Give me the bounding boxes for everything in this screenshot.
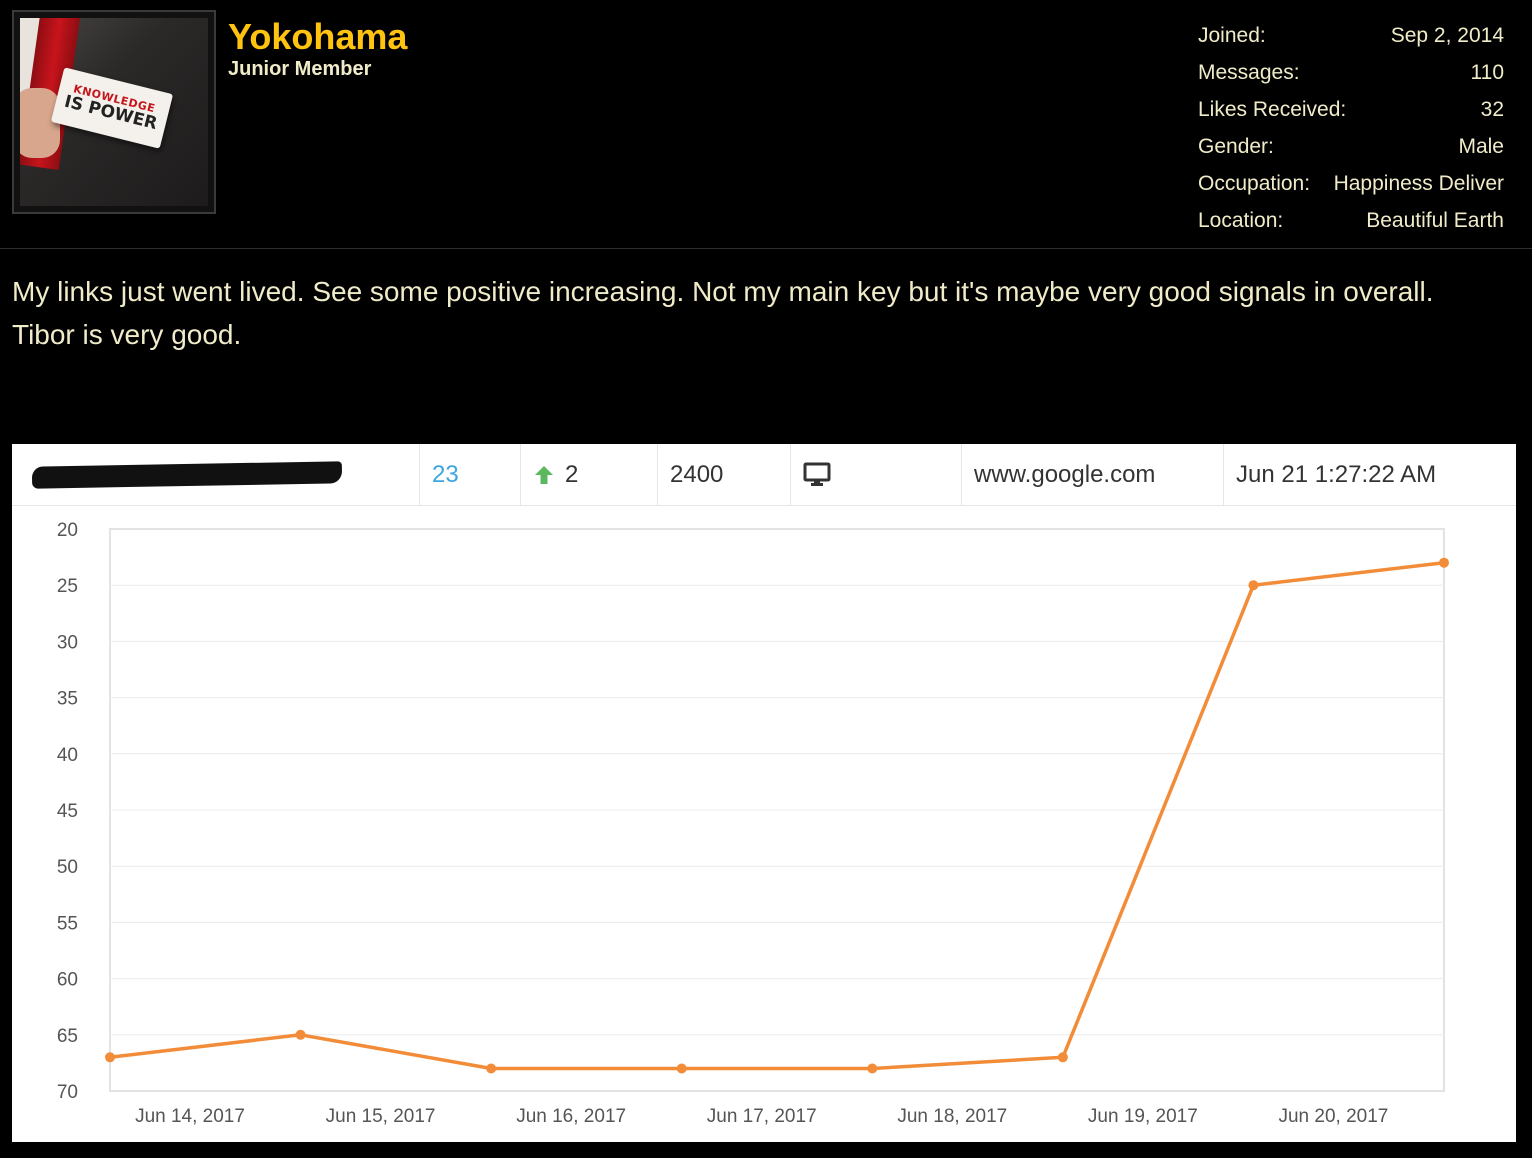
attached-screenshot[interactable]: 23 2 2400 www.google.com Jun 21 1:27:22 …: [12, 444, 1516, 1142]
redacted-keyword: [31, 461, 343, 489]
rank-row: 23 2 2400 www.google.com Jun 21 1:27:22 …: [12, 444, 1516, 506]
stat-value: Happiness Deliver: [1333, 172, 1504, 195]
stat-joined: Joined: Sep 2, 2014: [1198, 24, 1504, 61]
user-title: Junior Member: [228, 58, 372, 80]
stat-occupation: Occupation: Happiness Deliver: [1198, 172, 1504, 209]
data-point: [295, 1029, 306, 1040]
x-tick-label: Jun 19, 2017: [1088, 1106, 1198, 1127]
y-tick-label: 65: [57, 1026, 78, 1047]
series-line: [109, 560, 1445, 1071]
data-point: [1057, 1052, 1068, 1063]
stat-value: Sep 2, 2014: [1390, 24, 1504, 47]
stat-label: Gender:: [1198, 135, 1274, 158]
x-tick-label: Jun 14, 2017: [135, 1106, 245, 1127]
change-cell: 2: [521, 444, 658, 506]
x-tick-label: Jun 18, 2017: [897, 1106, 1007, 1127]
stat-value[interactable]: 110: [1471, 61, 1504, 98]
stat-value: 32: [1480, 98, 1504, 121]
y-tick-label: 20: [57, 520, 78, 541]
avatar-image: KNOWLEDGE IS POWER: [20, 18, 208, 206]
stat-value: Beautiful Earth: [1366, 209, 1504, 232]
y-tick-label: 55: [57, 913, 78, 934]
avatar-card: KNOWLEDGE IS POWER: [50, 67, 174, 149]
data-point: [867, 1063, 878, 1074]
desktop-icon: [803, 462, 831, 486]
stat-label: Location:: [1198, 209, 1284, 232]
y-tick-label: 70: [57, 1082, 78, 1103]
stat-label: Likes Received:: [1198, 98, 1347, 121]
y-tick-label: 60: [57, 970, 78, 991]
volume-cell: 2400: [658, 444, 791, 506]
stat-value: Male: [1458, 135, 1504, 158]
keyword-cell: [12, 444, 420, 506]
change-value: 2: [565, 461, 579, 488]
header-divider: [0, 248, 1532, 249]
y-tick-label: 30: [57, 632, 78, 653]
checked-time-cell: Jun 21 1:27:22 AM: [1236, 461, 1437, 488]
stat-location: Location: Beautiful Earth: [1198, 209, 1504, 246]
avatar-hand: [20, 88, 60, 158]
post-line: Tibor is very good.: [12, 319, 242, 350]
data-point: [486, 1063, 497, 1074]
x-tick-label: Jun 17, 2017: [707, 1106, 817, 1127]
stat-label: Occupation:: [1198, 172, 1311, 195]
avatar[interactable]: KNOWLEDGE IS POWER: [12, 10, 216, 214]
device-cell: [791, 444, 962, 506]
data-point: [1439, 557, 1449, 568]
x-tick-label: Jun 16, 2017: [516, 1106, 626, 1127]
data-point: [1248, 580, 1259, 591]
stat-messages: Messages: 110: [1198, 61, 1504, 98]
data-point: [676, 1063, 687, 1074]
y-tick-label: 45: [57, 801, 78, 822]
stat-gender: Gender: Male: [1198, 135, 1504, 172]
arrow-up-icon: [535, 466, 553, 484]
stat-label: Joined:: [1198, 24, 1266, 47]
y-tick-label: 50: [57, 857, 78, 878]
username-link[interactable]: Yokohama: [228, 16, 407, 58]
stat-label: Messages:: [1198, 61, 1300, 84]
y-tick-label: 35: [57, 689, 78, 710]
position-cell: 23: [420, 444, 521, 506]
post-line: My links just went lived. See some posit…: [12, 276, 1434, 307]
ranking-chart: 20 25 30 35 40 45 50 55 60 65 70 Jun 14, 2017 Jun 15…: [57, 520, 1449, 1127]
x-tick-label: Jun 15, 2017: [326, 1106, 436, 1127]
post-body: My links just went lived. See some posit…: [12, 270, 1512, 356]
user-stats: Joined: Sep 2, 2014 Messages: 110 Likes …: [1198, 24, 1504, 246]
x-tick-label: Jun 20, 2017: [1278, 1106, 1388, 1127]
y-tick-label: 25: [57, 576, 78, 597]
data-point: [105, 1052, 115, 1063]
y-tick-label: 40: [57, 745, 78, 766]
stat-likes: Likes Received: 32: [1198, 98, 1504, 135]
engine-cell: www.google.com: [962, 444, 1224, 506]
